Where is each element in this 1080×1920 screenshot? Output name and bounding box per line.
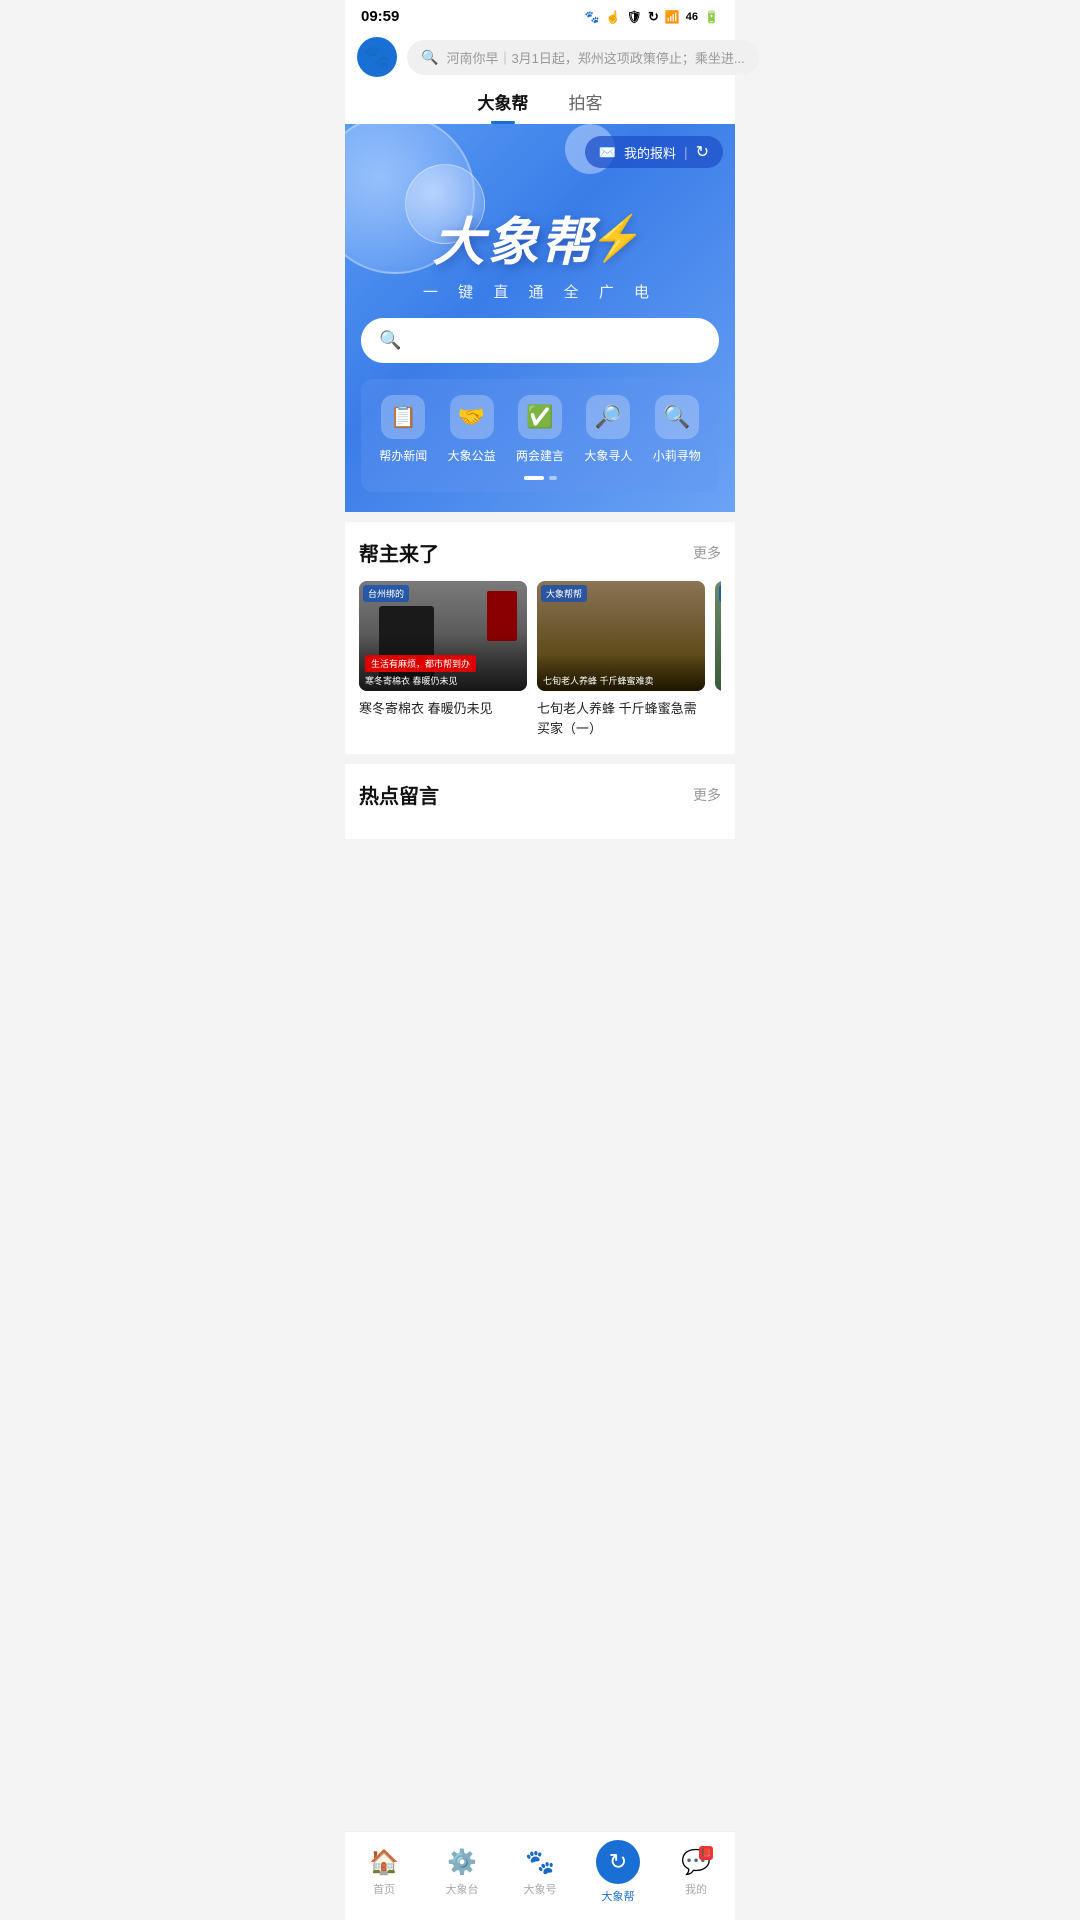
hero-title-area: 大象帮⚡ 一 键 直 通 全 广 电 bbox=[361, 200, 719, 302]
bangzhu-cards-row: 生活有麻烦，都市帮到办 寒冬寄棉衣 春暖仍未见 台州绑的 寒冬寄棉衣 春暖仍未见… bbox=[359, 581, 721, 738]
card-badge-1: 大象帮帮 bbox=[541, 585, 587, 602]
nav-label-home: 首页 bbox=[373, 1881, 395, 1897]
card-caption-1: 七旬老人养蜂 千斤蜂蜜难卖 bbox=[543, 674, 699, 687]
quick-links-row: 📋 帮办新闻 🤝 大象公益 ✅ 两会建言 🔎 大象寻人 bbox=[369, 395, 711, 464]
card-caption-sub-0: 寒冬寄棉衣 春暖仍未见 bbox=[365, 674, 521, 687]
paw-logo-icon: 🐾 bbox=[363, 44, 390, 70]
tab-paike[interactable]: 拍客 bbox=[569, 89, 603, 124]
my-icon-wrapper: 💬 📕 bbox=[681, 1848, 711, 1877]
news-card-2[interactable]: 大象帮帮 bbox=[715, 581, 721, 738]
paw-icon: 🐾 bbox=[585, 10, 600, 24]
signal-icon: 📶 bbox=[665, 10, 680, 24]
quick-link-label-xunwu: 小莉寻物 bbox=[653, 447, 701, 464]
hero-search-icon: 🔍 bbox=[379, 330, 401, 351]
hot-comments-title: 热点留言 bbox=[359, 780, 439, 809]
bangzhu-section-title: 帮主来了 bbox=[359, 538, 439, 567]
finger-icon: ☝️ bbox=[606, 10, 621, 24]
daxianghao-icon: 🐾 bbox=[525, 1848, 555, 1877]
quick-link-bangban-xinwen[interactable]: 📋 帮办新闻 bbox=[379, 395, 427, 464]
search-icon: 🔍 bbox=[421, 49, 438, 66]
quick-link-label-gongyi: 大象公益 bbox=[448, 447, 496, 464]
daxiangbang-nav-circle: ↻ bbox=[596, 1840, 640, 1884]
dot-1 bbox=[549, 476, 557, 480]
news-card-img-1: 七旬老人养蜂 千斤蜂蜜难卖 大象帮帮 bbox=[537, 581, 705, 691]
card-caption-main-0: 生活有麻烦，都市帮到办 bbox=[371, 659, 470, 669]
nav-label-daxianghao: 大象号 bbox=[524, 1881, 557, 1897]
hero-title: 大象帮⚡ bbox=[361, 200, 719, 275]
card-badge-2: 大象帮帮 bbox=[719, 585, 721, 602]
bangzhu-section: 帮主来了 更多 生活有麻烦，都市帮到办 寒冬寄棉衣 春暖仍未见 台州绑的 bbox=[345, 522, 735, 754]
card-overlay-0: 生活有麻烦，都市帮到办 寒冬寄棉衣 春暖仍未见 bbox=[359, 634, 527, 691]
header-search-bar[interactable]: 🔍 河南你早｜3月1日起，郑州这项政策停止；乘坐进... bbox=[407, 40, 759, 75]
quick-link-label-xunren: 大象寻人 bbox=[584, 447, 632, 464]
quick-link-icon-bangban: 📋 bbox=[381, 395, 425, 439]
card-red-banner-0: 生活有麻烦，都市帮到办 bbox=[365, 655, 476, 672]
nav-item-daxiangbang[interactable]: ↻ 大象帮 bbox=[588, 1840, 648, 1904]
header: 🐾 🔍 河南你早｜3月1日起，郑州这项政策停止；乘坐进... bbox=[345, 29, 735, 77]
hero-banner: ✉️ 我的报料 | ↻ 大象帮⚡ 一 键 直 通 全 广 电 🔍 📋 帮办新闻 … bbox=[345, 124, 735, 512]
carousel-dots bbox=[369, 476, 711, 480]
tab-daxiangbang[interactable]: 大象帮 bbox=[478, 89, 529, 124]
shield-icon: 🛡 bbox=[627, 10, 642, 24]
nav-item-daxianghao[interactable]: 🐾 大象号 bbox=[510, 1848, 570, 1897]
nav-label-daxiangbang: 大象帮 bbox=[602, 1888, 635, 1904]
bangzhu-section-header: 帮主来了 更多 bbox=[359, 538, 721, 567]
my-badge: 📕 bbox=[699, 1846, 713, 1860]
hot-comments-header: 热点留言 更多 bbox=[359, 780, 721, 809]
quick-link-lianghui[interactable]: ✅ 两会建言 bbox=[516, 395, 564, 464]
dot-active bbox=[524, 476, 544, 480]
network-label: 46 bbox=[686, 11, 698, 23]
quick-link-icon-lianghui: ✅ bbox=[518, 395, 562, 439]
divider: | bbox=[684, 144, 688, 160]
lightning-icon: ⚡ bbox=[591, 212, 648, 264]
quick-links-container: 📋 帮办新闻 🤝 大象公益 ✅ 两会建言 🔎 大象寻人 bbox=[361, 379, 719, 492]
home-icon: 🏠 bbox=[369, 1848, 399, 1877]
app-logo[interactable]: 🐾 bbox=[357, 37, 397, 77]
card-badge-0: 台州绑的 bbox=[363, 585, 409, 602]
refresh-icon[interactable]: ↻ bbox=[696, 142, 709, 162]
news-card-title-1: 七旬老人养蜂 千斤蜂蜜急需买家（一） bbox=[537, 699, 705, 738]
quick-link-label-bangban: 帮办新闻 bbox=[379, 447, 427, 464]
hero-subtitle: 一 键 直 通 全 广 电 bbox=[361, 281, 719, 302]
news-card-img-2: 大象帮帮 bbox=[715, 581, 721, 691]
news-card-1[interactable]: 七旬老人养蜂 千斤蜂蜜难卖 大象帮帮 七旬老人养蜂 千斤蜂蜜急需买家（一） bbox=[537, 581, 705, 738]
hero-title-text: 大象帮 bbox=[433, 200, 595, 275]
quick-link-xunren[interactable]: 🔎 大象寻人 bbox=[584, 395, 632, 464]
nav-item-daxiangtai[interactable]: ⚙️ 大象台 bbox=[432, 1848, 492, 1897]
bottom-nav: 🏠 首页 ⚙️ 大象台 🐾 大象号 ↻ 大象帮 💬 📕 我的 bbox=[345, 1831, 735, 1920]
news-card-title-0: 寒冬寄棉衣 春暖仍未见 bbox=[359, 699, 527, 719]
quick-link-label-lianghui: 两会建言 bbox=[516, 447, 564, 464]
search-hint-text: 河南你早｜3月1日起，郑州这项政策停止；乘坐进... bbox=[446, 48, 744, 67]
news-card-0[interactable]: 生活有麻烦，都市帮到办 寒冬寄棉衣 春暖仍未见 台州绑的 寒冬寄棉衣 春暖仍未见 bbox=[359, 581, 527, 738]
report-label: 我的报料 bbox=[624, 143, 676, 162]
status-bar: 09:59 🐾 ☝️ 🛡 ↻ 📶 46 🔋 bbox=[345, 0, 735, 29]
status-time: 09:59 bbox=[361, 8, 399, 25]
status-icons: 🐾 ☝️ 🛡 ↻ 📶 46 🔋 bbox=[585, 9, 719, 25]
battery-icon: 🔋 bbox=[704, 10, 719, 24]
quick-link-xunwu[interactable]: 🔍 小莉寻物 bbox=[653, 395, 701, 464]
daxiangtai-icon: ⚙️ bbox=[447, 1848, 477, 1877]
hot-comments-section: 热点留言 更多 bbox=[345, 764, 735, 839]
hot-comments-more-button[interactable]: 更多 bbox=[693, 785, 721, 805]
card-overlay-1: 七旬老人养蜂 千斤蜂蜜难卖 bbox=[537, 654, 705, 691]
nav-item-my[interactable]: 💬 📕 我的 bbox=[666, 1848, 726, 1897]
quick-link-icon-xunwu: 🔍 bbox=[655, 395, 699, 439]
daxiangbang-nav-icon: ↻ bbox=[609, 1849, 627, 1875]
nav-label-daxiangtai: 大象台 bbox=[446, 1881, 479, 1897]
news-card-img-0: 生活有麻烦，都市帮到办 寒冬寄棉衣 春暖仍未见 台州绑的 bbox=[359, 581, 527, 691]
report-mail-icon: ✉️ bbox=[599, 144, 616, 161]
wifi-icon: ↻ bbox=[648, 9, 659, 25]
my-report-button[interactable]: ✉️ 我的报料 | ↻ bbox=[585, 136, 724, 168]
quick-link-icon-gongyi: 🤝 bbox=[450, 395, 494, 439]
main-tabs: 大象帮 拍客 bbox=[345, 77, 735, 124]
nav-label-my: 我的 bbox=[685, 1881, 707, 1897]
quick-link-icon-xunren: 🔎 bbox=[586, 395, 630, 439]
quick-link-gongyi[interactable]: 🤝 大象公益 bbox=[448, 395, 496, 464]
nav-item-home[interactable]: 🏠 首页 bbox=[354, 1848, 414, 1897]
bangzhu-more-button[interactable]: 更多 bbox=[693, 543, 721, 563]
hero-search-bar[interactable]: 🔍 bbox=[361, 318, 719, 363]
